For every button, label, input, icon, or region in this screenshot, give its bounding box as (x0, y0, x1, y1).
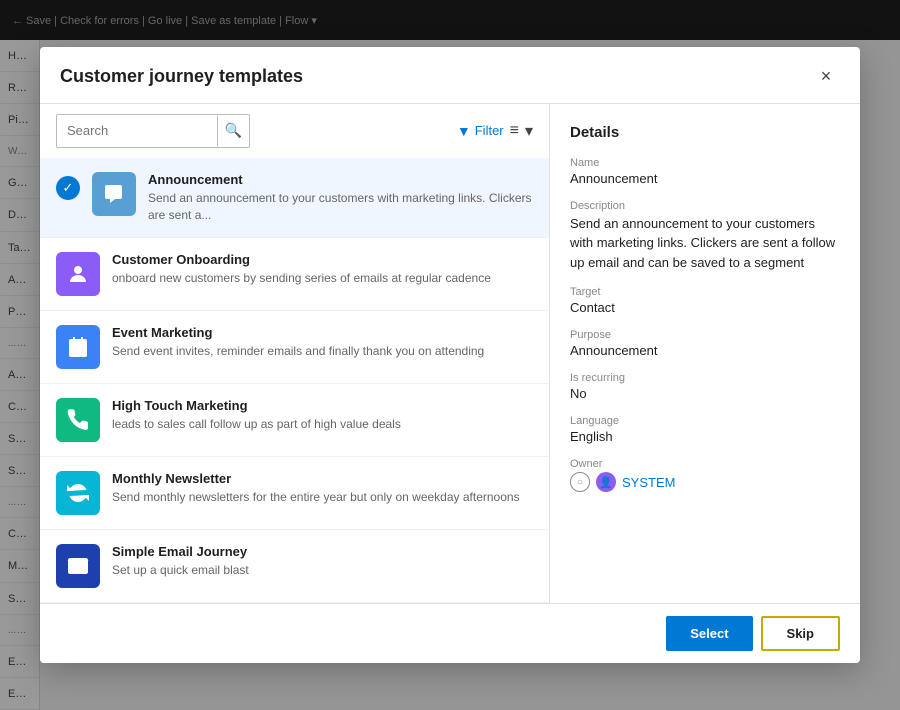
announcement-desc: Send an announcement to your customers w… (148, 190, 533, 224)
name-value: Announcement (570, 171, 840, 186)
customer-journey-templates-modal: Customer journey templates × 🔍 ▼ Filter (40, 47, 860, 664)
details-panel: Details Name Announcement Description Se… (550, 104, 860, 604)
selected-check-icon: ✓ (56, 176, 80, 200)
search-filter-row: 🔍 ▼ Filter ≡ ▾ (40, 104, 549, 158)
onboarding-desc: onboard new customers by sending series … (112, 270, 533, 287)
announcement-icon (92, 172, 136, 216)
event-marketing-desc: Send event invites, reminder emails and … (112, 343, 533, 360)
description-row: Description Send an announcement to your… (570, 200, 840, 273)
owner-label: Owner (570, 458, 840, 470)
high-touch-name: High Touch Marketing (112, 398, 533, 413)
newsletter-text: Monthly Newsletter Send monthly newslett… (112, 471, 533, 506)
modal-body: 🔍 ▼ Filter ≡ ▾ ✓ (40, 104, 860, 604)
template-item-onboarding[interactable]: Customer Onboarding onboard new customer… (40, 238, 549, 311)
expand-filter-button[interactable]: ▾ (525, 121, 533, 141)
description-value: Send an announcement to your customers w… (570, 214, 840, 273)
purpose-value: Announcement (570, 343, 840, 358)
simple-email-icon (56, 544, 100, 588)
name-label: Name (570, 157, 840, 169)
newsletter-icon (56, 471, 100, 515)
newsletter-name: Monthly Newsletter (112, 471, 533, 486)
recurring-label: Is recurring (570, 372, 840, 384)
language-row: Language English (570, 415, 840, 444)
newsletter-desc: Send monthly newsletters for the entire … (112, 489, 533, 506)
template-list-panel: 🔍 ▼ Filter ≡ ▾ ✓ (40, 104, 550, 604)
details-heading: Details (570, 124, 840, 141)
purpose-label: Purpose (570, 329, 840, 341)
language-value: English (570, 429, 840, 444)
high-touch-desc: leads to sales call follow up as part of… (112, 416, 533, 433)
owner-row: Owner ○ 👤 SYSTEM (570, 458, 840, 492)
target-label: Target (570, 286, 840, 298)
target-row: Target Contact (570, 286, 840, 315)
filter-label: Filter (475, 123, 504, 138)
onboarding-icon (56, 252, 100, 296)
template-item-event-marketing[interactable]: Event Marketing Send event invites, remi… (40, 311, 549, 384)
purpose-row: Purpose Announcement (570, 329, 840, 358)
template-item-announcement[interactable]: ✓ Announcement Send an announcement to y… (40, 158, 549, 239)
list-view-button[interactable]: ≡ (510, 122, 519, 140)
template-item-high-touch[interactable]: High Touch Marketing leads to sales call… (40, 384, 549, 457)
filter-icon: ▼ (457, 123, 471, 139)
onboarding-text: Customer Onboarding onboard new customer… (112, 252, 533, 287)
template-item-simple-email[interactable]: Simple Email Journey Set up a quick emai… (40, 530, 549, 603)
target-value: Contact (570, 300, 840, 315)
event-marketing-name: Event Marketing (112, 325, 533, 340)
search-input[interactable] (57, 117, 217, 144)
filter-button[interactable]: ▼ Filter (457, 123, 504, 139)
high-touch-icon (56, 398, 100, 442)
announcement-name: Announcement (148, 172, 533, 187)
recurring-row: Is recurring No (570, 372, 840, 401)
event-marketing-icon (56, 325, 100, 369)
modal-title: Customer journey templates (60, 66, 303, 87)
select-button[interactable]: Select (666, 616, 752, 651)
owner-name: SYSTEM (622, 475, 675, 490)
modal-header: Customer journey templates × (40, 47, 860, 104)
modal-footer: Select Skip (40, 603, 860, 663)
modal-overlay: Customer journey templates × 🔍 ▼ Filter (0, 0, 900, 710)
event-marketing-text: Event Marketing Send event invites, remi… (112, 325, 533, 360)
template-item-newsletter[interactable]: Monthly Newsletter Send monthly newslett… (40, 457, 549, 530)
simple-email-desc: Set up a quick email blast (112, 562, 533, 579)
close-button[interactable]: × (812, 63, 840, 91)
announcement-text: Announcement Send an announcement to you… (148, 172, 533, 224)
owner-value-row: ○ 👤 SYSTEM (570, 472, 840, 492)
owner-circle-icon: ○ (570, 472, 590, 492)
search-button[interactable]: 🔍 (217, 115, 249, 147)
owner-person-icon: 👤 (596, 472, 616, 492)
description-label: Description (570, 200, 840, 212)
recurring-value: No (570, 386, 840, 401)
language-label: Language (570, 415, 840, 427)
onboarding-name: Customer Onboarding (112, 252, 533, 267)
template-list: ✓ Announcement Send an announcement to y… (40, 158, 549, 604)
high-touch-text: High Touch Marketing leads to sales call… (112, 398, 533, 433)
skip-button[interactable]: Skip (761, 616, 840, 651)
name-row: Name Announcement (570, 157, 840, 186)
simple-email-name: Simple Email Journey (112, 544, 533, 559)
simple-email-text: Simple Email Journey Set up a quick emai… (112, 544, 533, 579)
